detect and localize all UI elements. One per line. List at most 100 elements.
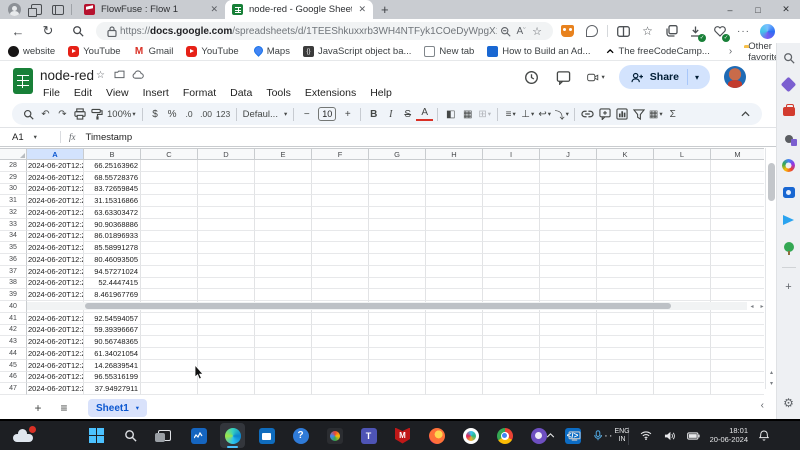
bookmark-0[interactable]: website [8,46,55,57]
cell-J37[interactable] [540,266,597,278]
cell-J45[interactable] [540,360,597,372]
cell-H36[interactable] [426,254,483,266]
row-header-37[interactable]: 37 [0,266,27,278]
slack-icon[interactable] [458,423,483,448]
cell-G39[interactable] [369,289,426,301]
cell-B32[interactable]: 63.63303472 [84,207,141,219]
image-creator-icon[interactable] [780,184,797,201]
cell-J43[interactable] [540,336,597,348]
browser-tab-1[interactable]: node-red - Google Sheets✕ [225,0,373,19]
cell-D29[interactable] [198,172,255,184]
cell-C44[interactable] [141,348,198,360]
read-aloud-icon[interactable]: Aᵕ [513,24,529,38]
cell-F41[interactable] [312,313,369,325]
cell-L36[interactable] [654,254,711,266]
cell-G31[interactable] [369,195,426,207]
bookmark-8[interactable]: ⌃The freeCodeCamp... [603,46,709,57]
cell-D43[interactable] [198,336,255,348]
cell-C39[interactable] [141,289,198,301]
cell-F37[interactable] [312,266,369,278]
row-header-42[interactable]: 42 [0,325,27,337]
cell-D39[interactable] [198,289,255,301]
cell-E32[interactable] [255,207,312,219]
text-wrap-button[interactable]: ↩▾ [536,105,553,123]
cell-F29[interactable] [312,172,369,184]
cell-I28[interactable] [483,160,540,172]
cell-D37[interactable] [198,266,255,278]
cell-M35[interactable] [711,242,764,254]
cell-D30[interactable] [198,184,255,196]
menu-data[interactable]: Data [223,86,259,100]
cell-A44[interactable]: 2024-06-20T12:2 [27,348,84,360]
cell-L32[interactable] [654,207,711,219]
filter-views-button[interactable]: ▦▾ [647,105,664,123]
row-header-40[interactable]: 40 [0,301,27,313]
row-header-33[interactable]: 33 [0,219,27,231]
cell-E45[interactable] [255,360,312,372]
cell-H42[interactable] [426,325,483,337]
camera-app-icon[interactable] [322,423,347,448]
cell-L46[interactable] [654,372,711,384]
cell-C29[interactable] [141,172,198,184]
vertical-scrollbar-thumb[interactable] [768,163,775,201]
horizontal-scrollbar-thumb[interactable] [85,303,671,309]
scroll-left-icon[interactable]: ◂ [747,302,757,310]
new-tab-button[interactable]: + [381,2,389,17]
cell-H31[interactable] [426,195,483,207]
row-header-35[interactable]: 35 [0,242,27,254]
cell-F38[interactable] [312,278,369,290]
lock-icon[interactable] [104,24,120,38]
cell-M46[interactable] [711,372,764,384]
row-header-31[interactable]: 31 [0,195,27,207]
bold-button[interactable]: B [365,105,382,123]
cell-H47[interactable] [426,383,483,395]
refresh-icon[interactable]: ↻ [38,21,58,41]
cell-G32[interactable] [369,207,426,219]
cell-E36[interactable] [255,254,312,266]
menu-format[interactable]: Format [176,86,223,100]
close-button[interactable]: ✕ [772,0,800,19]
scroll-down-icon[interactable]: ▾ [766,378,777,388]
cell-I35[interactable] [483,242,540,254]
cell-D32[interactable] [198,207,255,219]
collapse-side-panel-icon[interactable]: ‹ [761,400,764,411]
cell-L34[interactable] [654,231,711,243]
cell-J31[interactable] [540,195,597,207]
cell-A41[interactable]: 2024-06-20T12:2 [27,313,84,325]
cell-L41[interactable] [654,313,711,325]
column-header-F[interactable]: F [312,148,369,160]
cell-B36[interactable]: 80.46093505 [84,254,141,266]
cell-J46[interactable] [540,372,597,384]
cell-H37[interactable] [426,266,483,278]
cell-K33[interactable] [597,219,654,231]
insert-link-button[interactable] [579,105,596,123]
cell-J36[interactable] [540,254,597,266]
cell-J30[interactable] [540,184,597,196]
functions-button[interactable]: Σ [664,105,681,123]
bookmark-7[interactable]: How to Build an Ad... [487,46,590,57]
undo-icon[interactable]: ↶ [37,105,54,123]
bookmark-3[interactable]: YouTube [186,46,238,57]
cell-A47[interactable]: 2024-06-20T12:2 [27,383,84,395]
merge-cells-button[interactable]: ⊞▾ [476,105,493,123]
cell-C28[interactable] [141,160,198,172]
wifi-icon[interactable] [638,428,654,444]
collapse-toolbar-icon[interactable] [737,105,754,123]
search-nav-icon[interactable] [68,21,88,41]
column-header-A[interactable]: A [27,148,84,160]
cell-L42[interactable] [654,325,711,337]
cell-L29[interactable] [654,172,711,184]
version-history-icon[interactable] [523,68,541,86]
cell-E31[interactable] [255,195,312,207]
strikethrough-button[interactable]: S [399,105,416,123]
cell-A45[interactable]: 2024-06-20T12:2 [27,360,84,372]
cell-L38[interactable] [654,278,711,290]
cell-C42[interactable] [141,325,198,337]
cell-J34[interactable] [540,231,597,243]
cell-M45[interactable] [711,360,764,372]
select-all-corner[interactable] [0,148,27,160]
insert-chart-button[interactable] [613,105,630,123]
italic-button[interactable]: I [382,105,399,123]
cell-L47[interactable] [654,383,711,395]
comments-icon[interactable] [555,68,573,86]
